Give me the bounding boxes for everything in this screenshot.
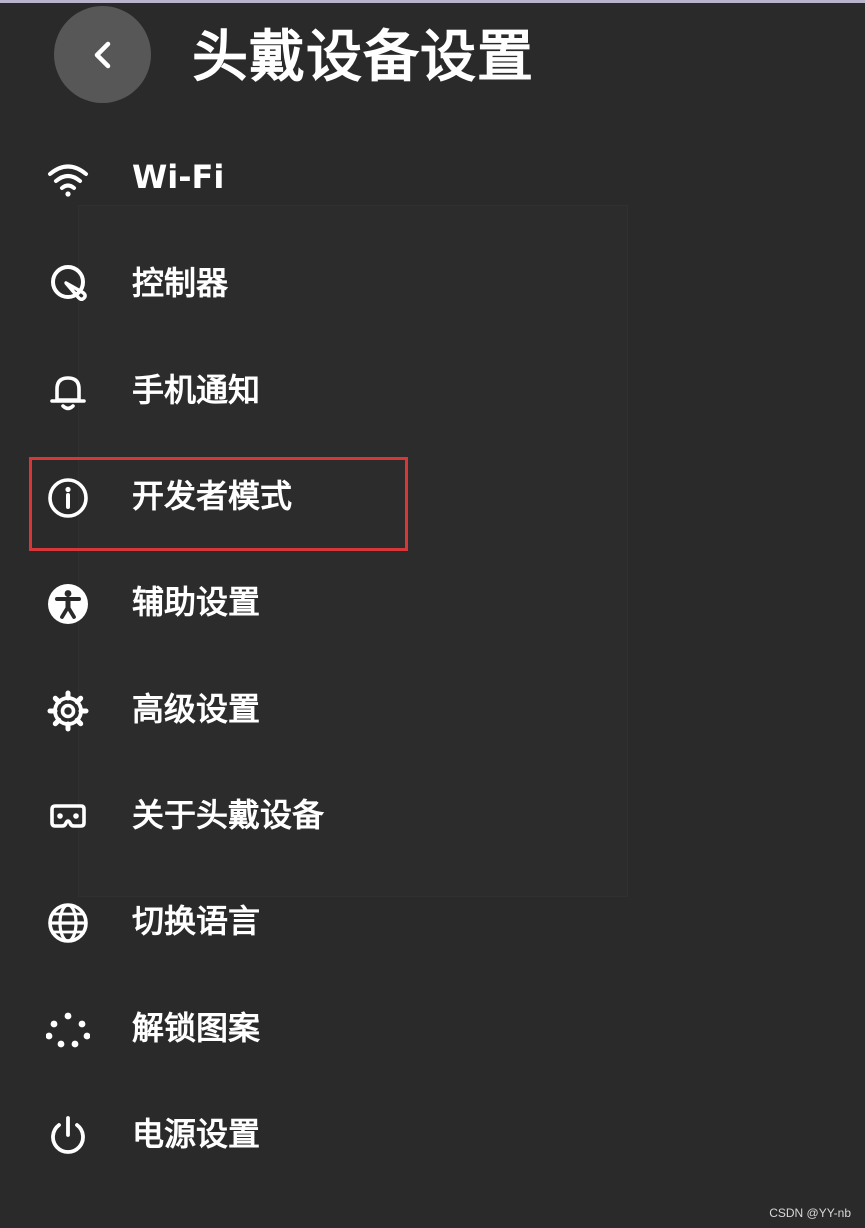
headset-icon	[46, 795, 90, 839]
menu-item-label: 解锁图案	[132, 1009, 261, 1047]
wifi-icon	[46, 157, 90, 201]
menu-item-wifi[interactable]: Wi-Fi	[40, 142, 600, 212]
menu-item-label: 关于头戴设备	[132, 796, 325, 834]
controller-icon	[46, 263, 90, 307]
gear-icon	[46, 689, 90, 733]
menu-item-label: 高级设置	[132, 690, 261, 728]
dot-pattern-icon	[46, 1008, 90, 1052]
bell-icon	[46, 370, 90, 414]
menu-item-accessibility[interactable]: 辅助设置	[40, 567, 600, 637]
info-icon	[46, 476, 90, 520]
page-title: 头戴设备设置	[192, 25, 534, 90]
menu-item-power-settings[interactable]: 电源设置	[40, 1099, 600, 1169]
menu-item-developer-mode[interactable]: 开发者模式	[40, 461, 600, 531]
menu-item-label: 电源设置	[132, 1115, 261, 1153]
globe-icon	[46, 901, 90, 945]
menu-item-switch-language[interactable]: 切换语言	[40, 886, 600, 956]
power-icon	[46, 1114, 90, 1158]
menu-item-label: 开发者模式	[132, 477, 293, 515]
menu-item-phone-notifications[interactable]: 手机通知	[40, 355, 600, 425]
window-top-border	[0, 0, 865, 3]
menu-item-about-headset[interactable]: 关于头戴设备	[40, 780, 600, 850]
menu-item-label: 控制器	[132, 264, 229, 302]
menu-item-label: 辅助设置	[132, 583, 261, 621]
menu-item-label: Wi-Fi	[132, 158, 225, 196]
watermark: CSDN @YY-nb	[769, 1206, 851, 1220]
menu-item-label: 切换语言	[132, 902, 261, 940]
menu-item-controller[interactable]: 控制器	[40, 248, 600, 318]
accessibility-icon	[46, 582, 90, 626]
menu-item-label: 手机通知	[132, 371, 261, 409]
menu-item-advanced-settings[interactable]: 高级设置	[40, 674, 600, 744]
chevron-left-icon	[94, 41, 111, 69]
menu-item-unlock-pattern[interactable]: 解锁图案	[40, 993, 600, 1063]
back-button[interactable]	[54, 6, 151, 103]
